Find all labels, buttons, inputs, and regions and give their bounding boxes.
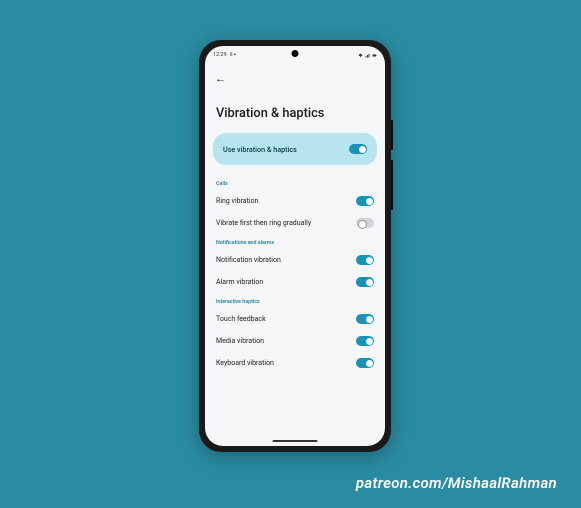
hero-label: Use vibration & haptics bbox=[223, 145, 297, 154]
toggle-media-vibration[interactable] bbox=[356, 336, 374, 346]
toggle-vibrate-first[interactable] bbox=[356, 218, 374, 228]
label-notification-vibration: Notification vibration bbox=[216, 256, 281, 264]
hero-toggle-card[interactable]: Use vibration & haptics bbox=[213, 133, 377, 165]
label-alarm-vibration: Alarm vibration bbox=[216, 278, 263, 286]
row-vibrate-first[interactable]: Vibrate first then ring gradually bbox=[205, 212, 385, 234]
credit-text: patreon.com/MishaalRahman bbox=[356, 474, 557, 492]
wifi-icon bbox=[358, 53, 363, 58]
toggle-ring-vibration[interactable] bbox=[356, 196, 374, 206]
toggle-touch-feedback[interactable] bbox=[356, 314, 374, 324]
status-notif-icon: ◊ ▪ bbox=[230, 52, 236, 58]
phone-frame: 12:29 ◊ ▪ ← Vibration & haptics Use vibr… bbox=[199, 40, 391, 452]
page-title: Vibration & haptics bbox=[205, 90, 385, 133]
row-notification-vibration[interactable]: Notification vibration bbox=[205, 249, 385, 271]
label-touch-feedback: Touch feedback bbox=[216, 315, 266, 323]
label-keyboard-vibration: Keyboard vibration bbox=[216, 359, 274, 367]
toggle-keyboard-vibration[interactable] bbox=[356, 358, 374, 368]
volume-button bbox=[391, 120, 393, 150]
camera-notch bbox=[292, 50, 299, 57]
row-touch-feedback[interactable]: Touch feedback bbox=[205, 308, 385, 330]
battery-icon bbox=[372, 53, 377, 58]
row-ring-vibration[interactable]: Ring vibration bbox=[205, 190, 385, 212]
section-interactive: Interactive haptics Touch feedback Media… bbox=[205, 293, 385, 374]
row-media-vibration[interactable]: Media vibration bbox=[205, 330, 385, 352]
navigation-bar[interactable] bbox=[273, 440, 318, 442]
section-notifications: Notifications and alarms Notification vi… bbox=[205, 234, 385, 293]
signal-icon bbox=[365, 53, 370, 58]
section-header-interactive: Interactive haptics bbox=[205, 293, 385, 308]
label-ring-vibration: Ring vibration bbox=[216, 197, 258, 205]
section-header-calls: Calls bbox=[205, 175, 385, 190]
label-vibrate-first: Vibrate first then ring gradually bbox=[216, 219, 311, 227]
section-calls: Calls Ring vibration Vibrate first then … bbox=[205, 175, 385, 234]
back-button[interactable]: ← bbox=[215, 72, 226, 85]
phone-screen: 12:29 ◊ ▪ ← Vibration & haptics Use vibr… bbox=[205, 46, 385, 446]
row-keyboard-vibration[interactable]: Keyboard vibration bbox=[205, 352, 385, 374]
toggle-notification-vibration[interactable] bbox=[356, 255, 374, 265]
status-time: 12:29 bbox=[213, 52, 227, 58]
toggle-alarm-vibration[interactable] bbox=[356, 277, 374, 287]
section-header-notifications: Notifications and alarms bbox=[205, 234, 385, 249]
row-alarm-vibration[interactable]: Alarm vibration bbox=[205, 271, 385, 293]
hero-toggle[interactable] bbox=[349, 144, 367, 154]
label-media-vibration: Media vibration bbox=[216, 337, 264, 345]
power-button bbox=[391, 160, 393, 210]
